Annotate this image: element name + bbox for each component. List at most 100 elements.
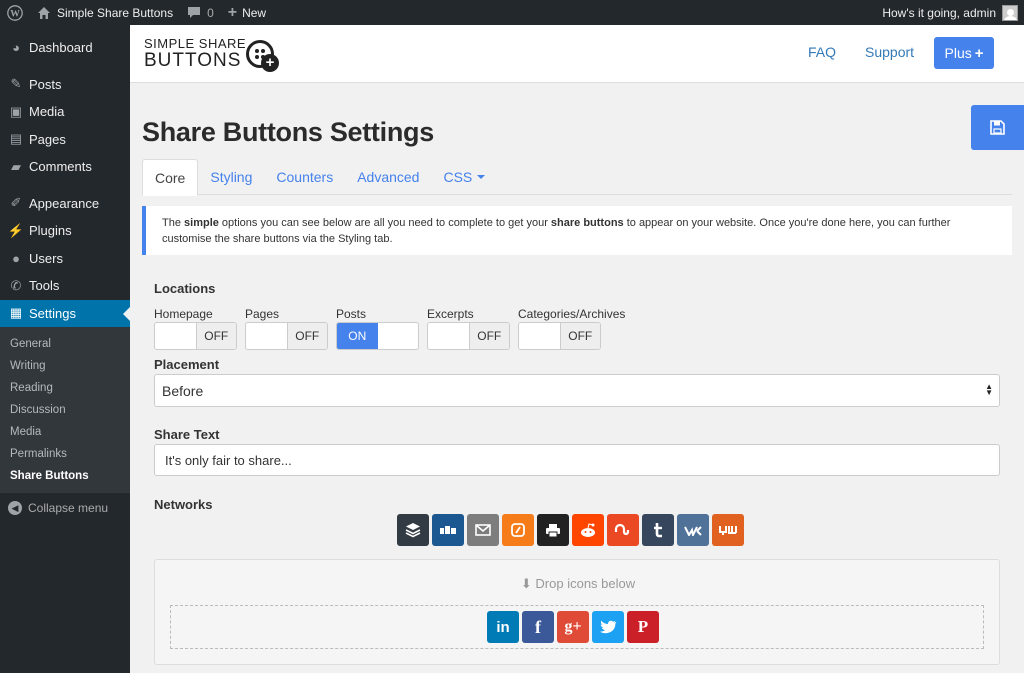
tab-advanced[interactable]: Advanced (345, 159, 431, 195)
submenu-item-permalinks[interactable]: Permalinks (0, 443, 130, 465)
yummly-icon[interactable] (712, 514, 744, 546)
categories-archives-toggle[interactable]: OFF (518, 322, 601, 350)
sidebar-item-posts[interactable]: ✎ Posts (0, 71, 130, 99)
plugin-header: SIMPLE SHARE BUTTONS + FAQ Support Plus … (130, 25, 1024, 83)
linkedin-icon[interactable]: in (487, 611, 519, 643)
location-excerpts: Excerpts OFF (427, 307, 510, 350)
admin-sidebar: ◕ Dashboard ✎ Posts ▣ Media ▤ Pages ▰ Co… (0, 25, 130, 673)
sidebar-item-appearance[interactable]: ✐ Appearance (0, 190, 130, 218)
greeting-text: How's it going, admin (882, 5, 996, 20)
dashboard-icon: ◕ (12, 40, 20, 56)
share-text-input[interactable]: It's only fair to share... (154, 444, 1000, 476)
submenu-item-reading[interactable]: Reading (0, 377, 130, 399)
buffer-icon[interactable] (397, 514, 429, 546)
tab-css[interactable]: CSS (431, 159, 497, 195)
collapse-menu-button[interactable]: ◀ Collapse menu (0, 493, 130, 523)
home-icon (38, 6, 50, 19)
comment-icon: ▰ (11, 158, 21, 174)
locations-label: Locations (154, 281, 216, 296)
reddit-icon[interactable] (572, 514, 604, 546)
sidebar-item-label: Posts (29, 76, 62, 92)
diggit-icon[interactable] (432, 514, 464, 546)
stumbleupon-icon[interactable] (607, 514, 639, 546)
logo-plus-icon: + (261, 54, 279, 72)
submenu-item-general[interactable]: General (0, 333, 130, 355)
facebook-icon[interactable]: f (522, 611, 554, 643)
toggle-state: OFF (468, 323, 509, 349)
sidebar-item-dashboard[interactable]: ◕ Dashboard (0, 34, 130, 62)
tab-css-label: CSS (443, 169, 473, 185)
tab-core[interactable]: Core (142, 159, 199, 196)
sidebar-item-users[interactable]: ● Users (0, 245, 130, 273)
intro-text: The (162, 217, 185, 229)
posts-toggle[interactable]: ON (336, 322, 419, 350)
collapse-label: Collapse menu (28, 501, 109, 515)
print-icon[interactable] (537, 514, 569, 546)
flattr-icon[interactable] (502, 514, 534, 546)
twitter-icon[interactable] (592, 611, 624, 643)
location-label: Excerpts (427, 307, 474, 321)
support-link[interactable]: Support (865, 44, 914, 60)
network-drop-zone[interactable]: ⬇ Drop icons below in f g+ P (154, 559, 1000, 665)
settings-submenu: General Writing Reading Discussion Media… (0, 327, 130, 493)
location-label: Pages (245, 307, 280, 321)
placement-select[interactable]: Before ▲ ▼ (154, 374, 1000, 407)
wrench-icon: ✆ (10, 277, 22, 293)
homepage-toggle[interactable]: OFF (154, 322, 237, 350)
placement-value: Before (162, 382, 204, 399)
pinterest-icon[interactable]: P (627, 611, 659, 643)
sidebar-item-media[interactable]: ▣ Media (0, 98, 130, 126)
submenu-item-writing[interactable]: Writing (0, 355, 130, 377)
location-label: Posts (336, 307, 367, 321)
plus-button[interactable]: Plus + (934, 37, 994, 69)
selected-networks: in f g+ P (487, 611, 662, 643)
my-account-link[interactable]: How's it going, admin (875, 0, 1024, 25)
vk-icon[interactable] (677, 514, 709, 546)
sidebar-item-pages[interactable]: ▤ Pages (0, 126, 130, 154)
new-content-link[interactable]: + New (221, 0, 273, 25)
save-button[interactable] (971, 105, 1024, 150)
excerpts-toggle[interactable]: OFF (427, 322, 510, 350)
sidebar-item-comments[interactable]: ▰ Comments (0, 153, 130, 181)
page-title: Share Buttons Settings (142, 117, 434, 147)
google-plus-icon[interactable]: g+ (557, 611, 589, 643)
submenu-item-share-buttons[interactable]: Share Buttons (0, 465, 130, 487)
tab-counters[interactable]: Counters (264, 159, 345, 195)
comments-link[interactable]: 0 (180, 0, 221, 25)
plus-icon: + (974, 44, 984, 62)
brush-icon: ✐ (10, 195, 22, 211)
plus-button-label: Plus (944, 45, 972, 61)
wordpress-logo-icon[interactable]: W (0, 0, 30, 25)
sidebar-item-label: Pages (29, 131, 66, 147)
intro-notice: The simple options you can see below are… (142, 206, 1012, 255)
sidebar-item-label: Media (29, 104, 65, 120)
site-name-link[interactable]: Simple Share Buttons (30, 0, 180, 25)
pages-toggle[interactable]: OFF (245, 322, 328, 350)
plug-icon: ⚡ (7, 222, 25, 238)
selected-networks-area[interactable]: in f g+ P (170, 605, 984, 649)
email-icon[interactable] (467, 514, 499, 546)
toggle-state: OFF (195, 323, 236, 349)
tumblr-icon[interactable] (642, 514, 674, 546)
sidebar-item-label: Comments (29, 159, 92, 175)
tab-styling[interactable]: Styling (198, 159, 264, 195)
sidebar-item-tools[interactable]: ✆ Tools (0, 272, 130, 300)
floppy-disk-icon (990, 120, 1005, 135)
settings-tabs: Core Styling Counters Advanced CSS (142, 159, 1012, 196)
sidebar-item-settings[interactable]: ▦ Settings (0, 299, 130, 327)
toggle-blank (155, 323, 196, 349)
avatar (1002, 4, 1018, 21)
sidebar-item-plugins[interactable]: ⚡ Plugins (0, 217, 130, 245)
pages-icon: ▤ (9, 131, 23, 147)
faq-link[interactable]: FAQ (808, 44, 836, 60)
site-name: Simple Share Buttons (57, 5, 174, 20)
submenu-item-media[interactable]: Media (0, 421, 130, 443)
admin-bar: W Simple Share Buttons 0 + New How's it … (0, 0, 1024, 25)
toggle-state: ON (337, 323, 378, 349)
simple-share-buttons-logo[interactable]: SIMPLE SHARE BUTTONS + (144, 37, 279, 73)
available-networks (397, 514, 747, 546)
toggle-blank (378, 323, 419, 349)
sidebar-item-label: Dashboard (29, 40, 93, 56)
submenu-item-discussion[interactable]: Discussion (0, 399, 130, 421)
networks-label: Networks (154, 497, 213, 512)
